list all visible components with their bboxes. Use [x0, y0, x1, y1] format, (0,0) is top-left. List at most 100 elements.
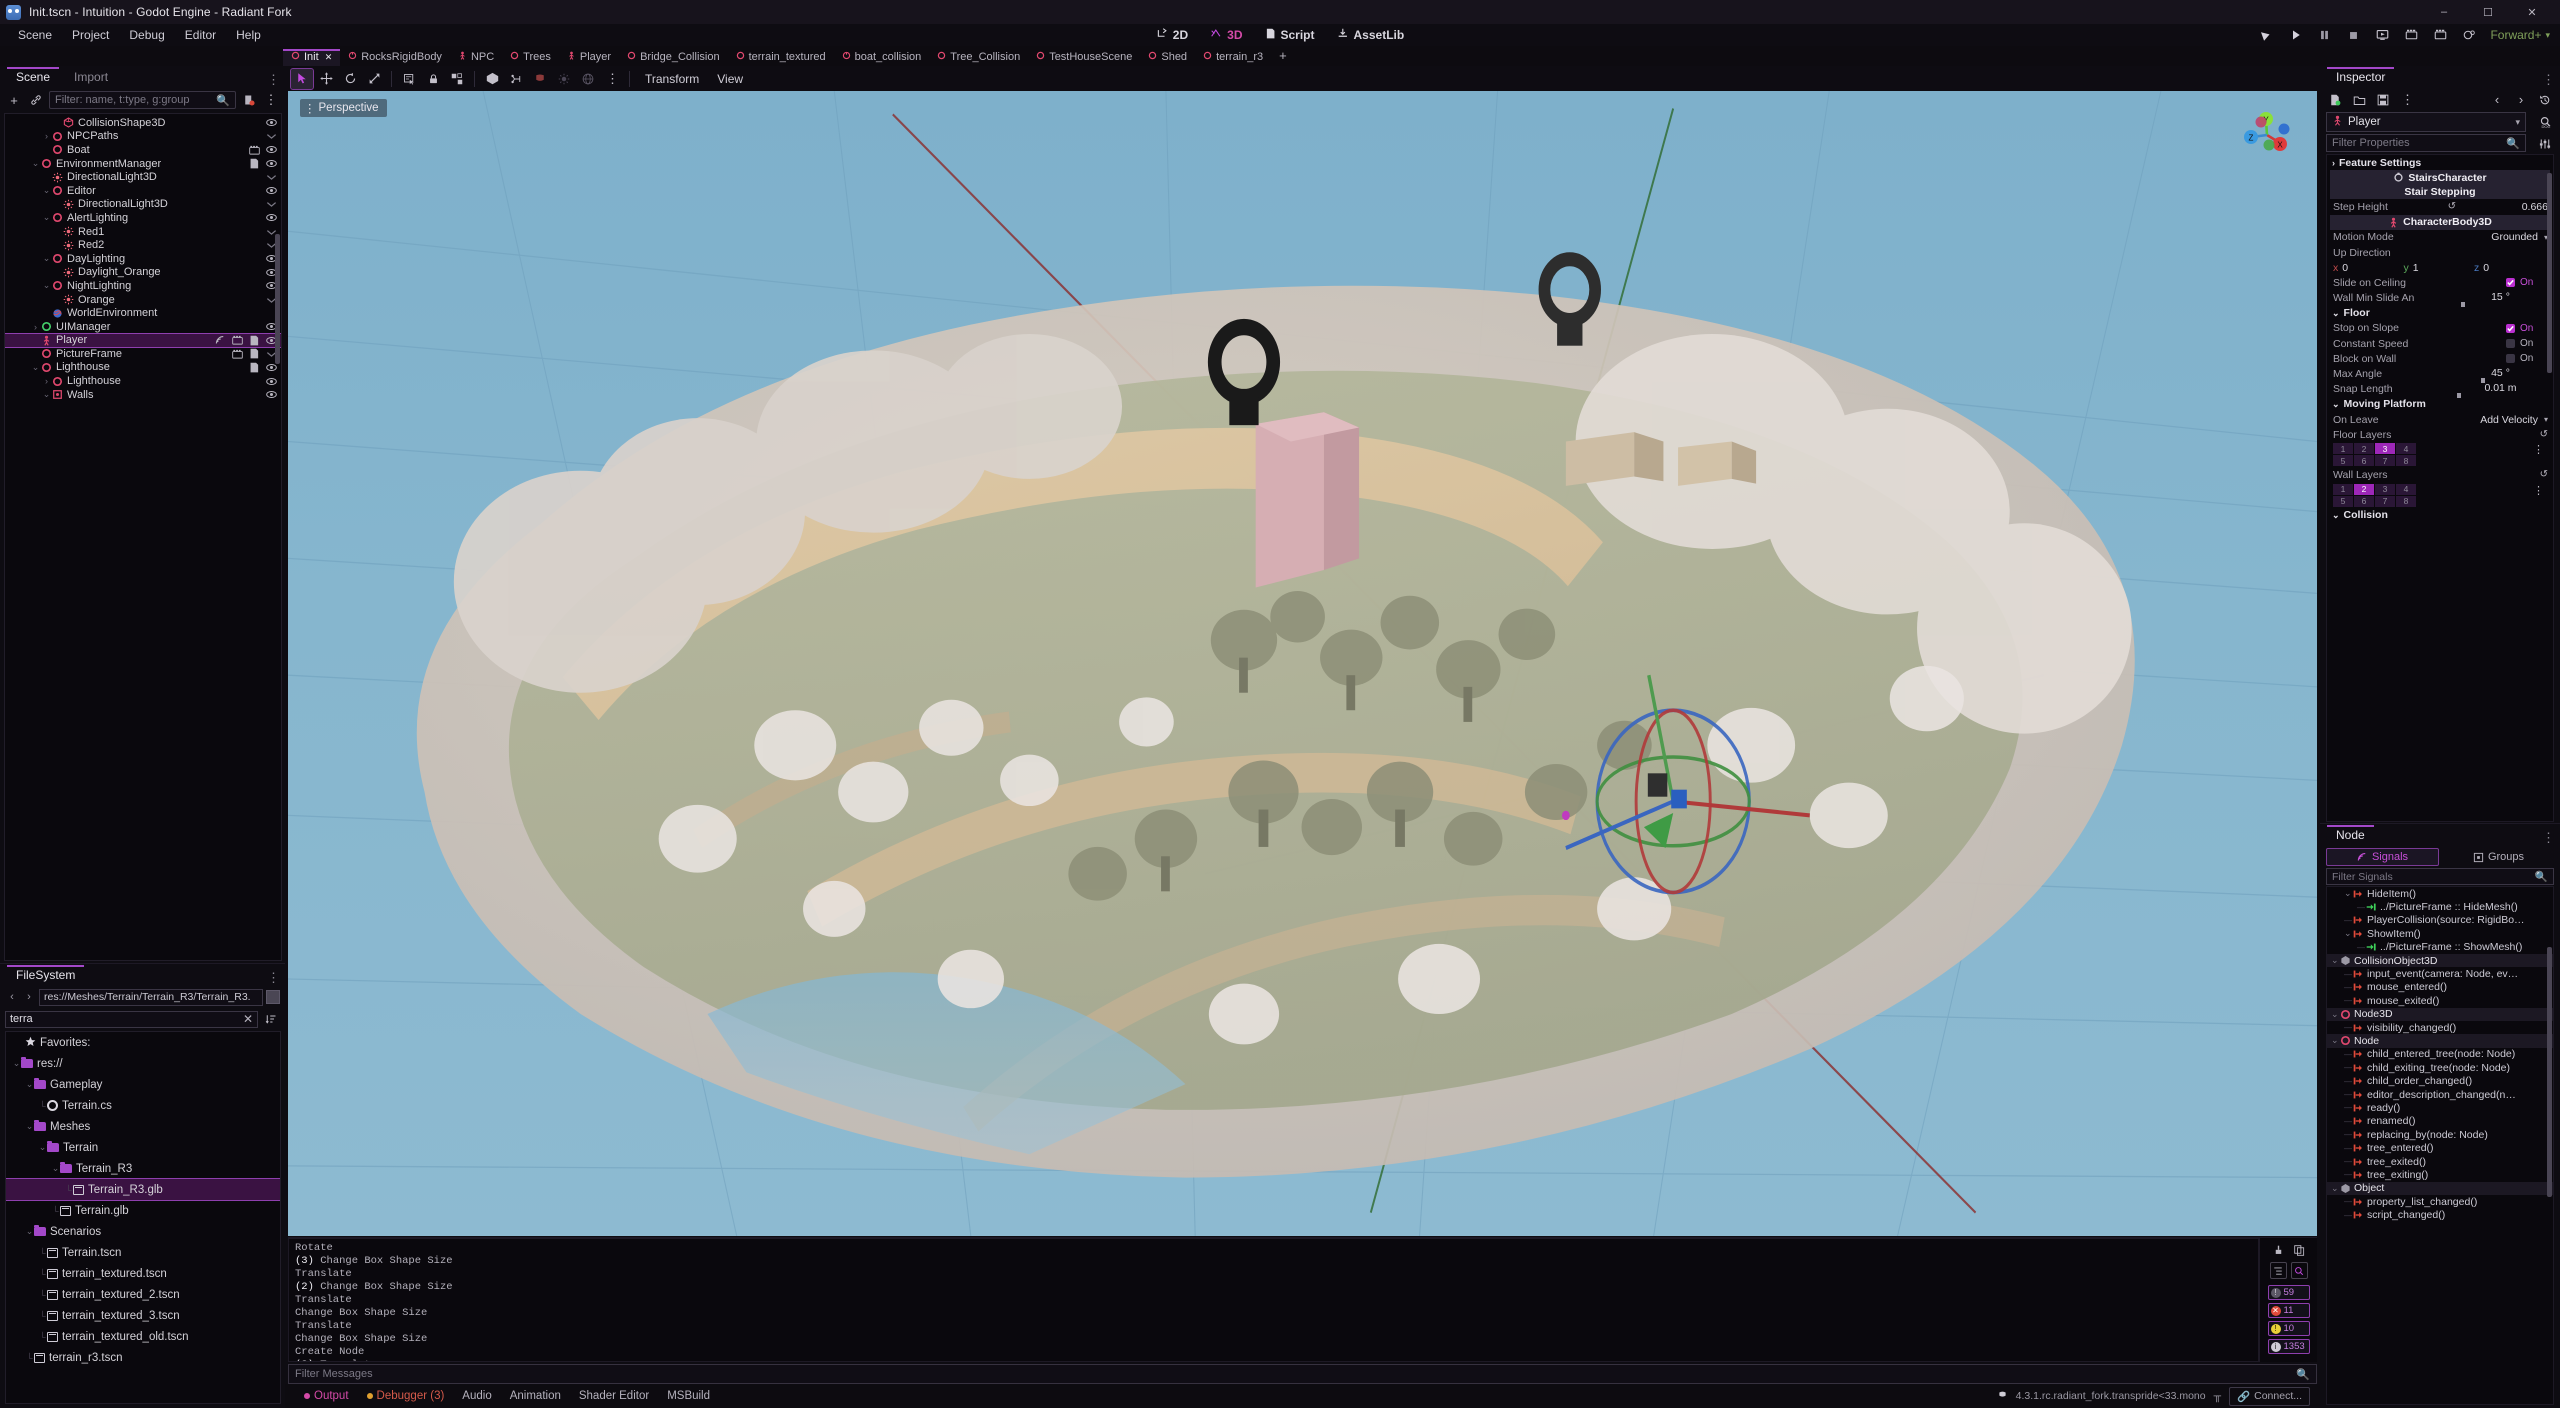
- scene-tree-item-selected[interactable]: Player: [5, 332, 281, 349]
- dock-tab-scene[interactable]: Scene: [4, 67, 62, 88]
- signals-scrollbar[interactable]: [2547, 947, 2552, 1197]
- minimize-button[interactable]: –: [2422, 0, 2466, 24]
- viewport-kebab-icon[interactable]: ⋮: [601, 69, 623, 89]
- file-item[interactable]: └ terrain_textured_old.tscn: [6, 1326, 280, 1347]
- add-scene-tab-button[interactable]: +: [1271, 47, 1295, 66]
- twisty-icon[interactable]: ⌄: [31, 362, 40, 373]
- inspector-toolbar-kebab-icon[interactable]: ⋮: [2398, 91, 2416, 109]
- layer-cell-2[interactable]: 2: [2354, 443, 2374, 455]
- layer-cell-3[interactable]: 3: [2375, 443, 2395, 455]
- tab-filesystem[interactable]: FileSystem: [4, 965, 87, 986]
- file-item[interactable]: ⌄ Gameplay: [6, 1074, 280, 1095]
- twisty-icon[interactable]: ⌄: [2331, 1009, 2340, 1020]
- file-item[interactable]: ⌄ res://: [6, 1053, 280, 1074]
- lock-icon[interactable]: [422, 69, 444, 89]
- scene-tree-item[interactable]: ⌄ NightLighting: [5, 279, 281, 293]
- nav-back-button[interactable]: ‹: [5, 991, 19, 1003]
- inspector-prop-up-direction[interactable]: Up Direction: [2327, 245, 2553, 260]
- inspector-up-direction-axes[interactable]: x0y1z0: [2327, 260, 2553, 275]
- tab-groups[interactable]: Groups: [2443, 848, 2554, 866]
- signal-item[interactable]: — ../PictureFrame :: HideMesh(): [2327, 900, 2553, 913]
- scene-tab-tree_collision[interactable]: Tree_Collision: [929, 49, 1028, 66]
- new-resource-icon[interactable]: [2326, 91, 2344, 109]
- tab-node[interactable]: Node: [2324, 825, 2377, 846]
- add-node-button[interactable]: +: [5, 91, 23, 109]
- layer-cell-7[interactable]: 7: [2375, 455, 2395, 467]
- close-button[interactable]: ✕: [2510, 0, 2554, 24]
- stop-icon[interactable]: [2345, 27, 2362, 44]
- scene-tab-npc[interactable]: NPC: [450, 49, 502, 66]
- twisty-icon[interactable]: ⌄: [2331, 955, 2340, 966]
- output-badge-3[interactable]: i 1353: [2267, 1339, 2310, 1354]
- signal-icon[interactable]: [214, 334, 226, 346]
- scene-tab-init[interactable]: Init ✕: [283, 49, 341, 66]
- twisty-icon[interactable]: ⌄: [2344, 888, 2353, 899]
- 3d-viewport[interactable]: ⋮ Perspective X Y Z: [288, 91, 2317, 1236]
- renderer-selector[interactable]: Forward+ ▾: [2490, 28, 2550, 42]
- checkbox[interactable]: [2506, 339, 2515, 349]
- twisty-icon[interactable]: ⌄: [31, 158, 40, 169]
- play-scene-icon[interactable]: [2374, 27, 2391, 44]
- signal-item[interactable]: — PlayerCollision(source: RigidBo…: [2327, 914, 2553, 927]
- signals-filter-input[interactable]: Filter Signals 🔍: [2326, 868, 2554, 885]
- bottom-tab-audio[interactable]: Audio: [453, 1388, 500, 1404]
- layer-cell-5[interactable]: 5: [2333, 495, 2353, 507]
- file-item[interactable]: └ Terrain.tscn: [6, 1242, 280, 1263]
- file-item[interactable]: └ Terrain.glb: [6, 1200, 280, 1221]
- scene-tree-item[interactable]: ⌄ Lighthouse: [5, 361, 281, 375]
- close-icon[interactable]: ✕: [325, 52, 333, 63]
- scene-tree-item[interactable]: PictureFrame: [5, 347, 281, 361]
- movie-write-icon[interactable]: [2258, 27, 2275, 44]
- revert-icon[interactable]: ↺: [2540, 429, 2548, 440]
- signal-item[interactable]: ⌄ HideItem(): [2327, 887, 2553, 900]
- viewport-menu-view[interactable]: View: [708, 70, 752, 88]
- twisty-icon[interactable]: ›: [42, 131, 51, 141]
- file-item[interactable]: └ terrain_textured_2.tscn: [6, 1284, 280, 1305]
- twisty-icon[interactable]: ⌄: [2331, 1035, 2340, 1046]
- visibility-chevron-icon[interactable]: [265, 130, 277, 142]
- script-icon[interactable]: [248, 348, 260, 360]
- file-item[interactable]: └ Terrain.cs: [6, 1095, 280, 1116]
- signal-item[interactable]: — child_entered_tree(node: Node): [2327, 1048, 2553, 1061]
- checkbox[interactable]: [2506, 278, 2515, 288]
- connect-button[interactable]: 🔗 Connect...: [2229, 1386, 2310, 1406]
- light-preview-icon[interactable]: [553, 69, 575, 89]
- scene-tree-item[interactable]: ⌄ Editor: [5, 184, 281, 198]
- scene-tab-terrain_textured[interactable]: terrain_textured: [728, 49, 834, 66]
- inspector-slider-snap-length[interactable]: Snap Length 0.01 m: [2327, 382, 2553, 399]
- nav-forward-button[interactable]: ›: [22, 991, 36, 1003]
- scene-tree-item[interactable]: ⌄ EnvironmentManager: [5, 157, 281, 171]
- file-item[interactable]: └ terrain_textured_3.tscn: [6, 1305, 280, 1326]
- scene-tab-rocksrigidbody[interactable]: RocksRigidBody: [340, 49, 450, 66]
- scene-tree-item[interactable]: ⌄ AlertLighting: [5, 211, 281, 225]
- file-item[interactable]: ⌄ Terrain: [6, 1137, 280, 1158]
- clear-icon[interactable]: ✕: [243, 1012, 253, 1026]
- twisty-icon[interactable]: ⌄: [25, 1079, 34, 1090]
- doc-search-icon[interactable]: DOC: [2536, 114, 2554, 132]
- copy-icon[interactable]: [2291, 1242, 2308, 1259]
- signal-group[interactable]: ⌄ Node3D: [2327, 1007, 2553, 1021]
- visibility-icon[interactable]: [265, 389, 277, 401]
- scene-tree-item[interactable]: › NPCPaths: [5, 130, 281, 144]
- tab-inspector[interactable]: Inspector: [2324, 67, 2397, 88]
- scene-tree-item[interactable]: Red1: [5, 225, 281, 239]
- scene-tab-player[interactable]: Player: [559, 49, 619, 66]
- revert-icon[interactable]: ↺: [2448, 201, 2456, 212]
- scene-tree-item[interactable]: Daylight_Orange: [5, 266, 281, 280]
- scene-tab-bridge_collision[interactable]: Bridge_Collision: [619, 49, 728, 66]
- inspector-section-collision[interactable]: ⌄ Collision: [2327, 508, 2553, 523]
- signal-group[interactable]: ⌄ CollisionObject3D: [2327, 953, 2553, 968]
- node-kebab-icon[interactable]: ⋮: [2542, 830, 2555, 846]
- signal-item[interactable]: — child_exiting_tree(node: Node): [2327, 1061, 2553, 1074]
- scene-tree-item[interactable]: WorldEnvironment: [5, 306, 281, 320]
- signal-group[interactable]: ⌄ Node: [2327, 1034, 2553, 1048]
- remote-debug-icon[interactable]: [2403, 27, 2420, 44]
- viewport-menu-transform[interactable]: Transform: [636, 70, 708, 88]
- filter-messages-input[interactable]: Filter Messages 🔍: [288, 1364, 2317, 1384]
- layer-cell-8[interactable]: 8: [2396, 455, 2416, 467]
- list-select-icon[interactable]: [398, 69, 420, 89]
- visibility-icon[interactable]: [265, 144, 277, 156]
- rotate-icon[interactable]: [339, 69, 361, 89]
- filesystem-tree[interactable]: Favorites: ⌄ res://⌄ Gameplay └ Terrain.cs ⌄ Me…: [5, 1031, 281, 1404]
- file-item[interactable]: Favorites:: [6, 1032, 280, 1053]
